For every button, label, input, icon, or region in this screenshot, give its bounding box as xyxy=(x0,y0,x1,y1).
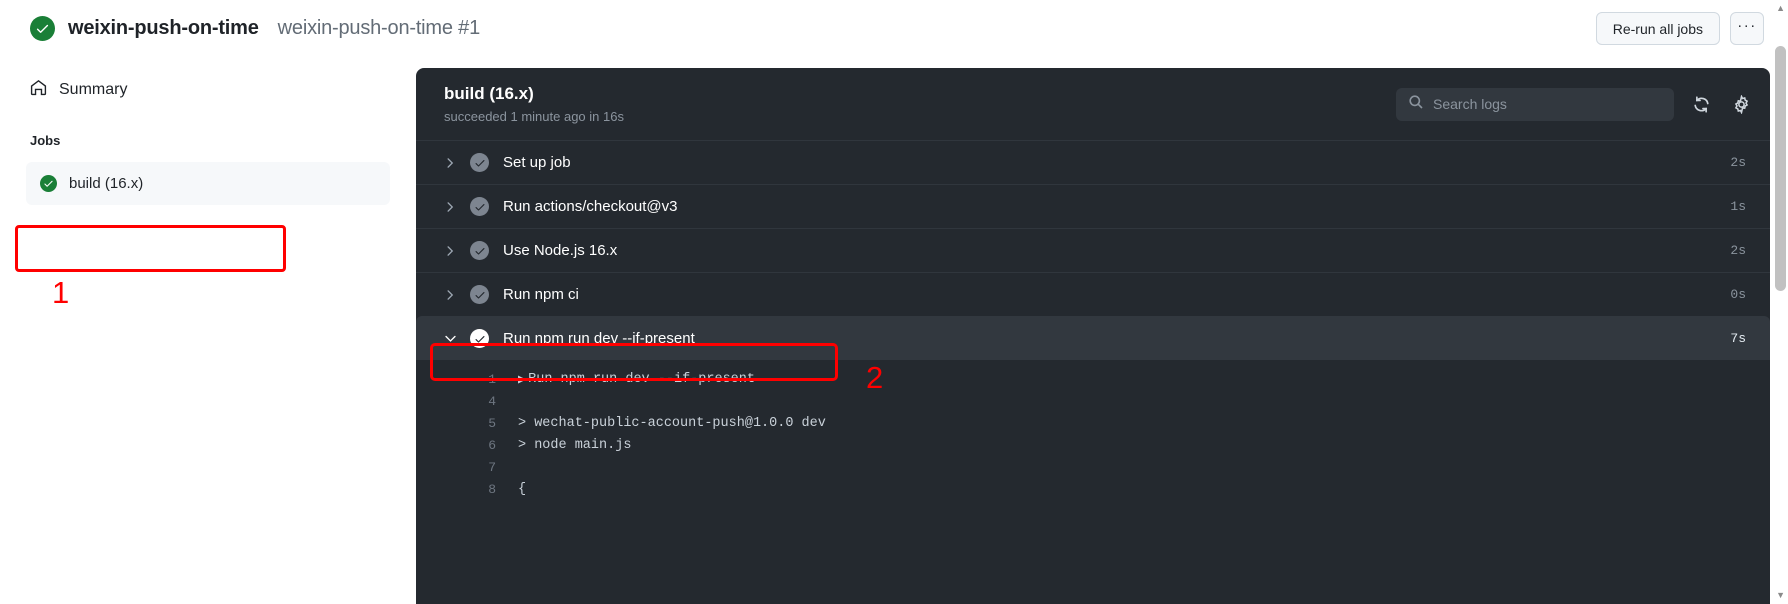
step-row[interactable]: Set up job 2s xyxy=(416,140,1770,184)
log-line: 7 xyxy=(416,456,1770,478)
step-duration: 7s xyxy=(1730,331,1746,346)
check-circle-icon xyxy=(40,175,57,192)
log-job-status: succeeded 1 minute ago in 16s xyxy=(444,109,624,124)
log-line-number: 4 xyxy=(488,393,496,409)
log-line-text: > node main.js xyxy=(518,437,632,453)
scrollbar-thumb[interactable] xyxy=(1775,46,1786,291)
log-line-text: { xyxy=(518,481,527,497)
step-label: Use Node.js 16.x xyxy=(503,242,618,259)
check-circle-icon xyxy=(30,16,55,41)
log-line-number: 1 xyxy=(488,371,496,387)
step-row[interactable]: Run npm ci 0s xyxy=(416,272,1770,316)
log-line-text: Run npm run dev --if-present xyxy=(528,371,755,387)
step-row[interactable]: Use Node.js 16.x 2s xyxy=(416,228,1770,272)
log-line: 1 ▶ Run npm run dev --if-present xyxy=(416,368,1770,390)
steps-list: Set up job 2s Run actions/checkout@v3 1s… xyxy=(416,140,1770,360)
step-label: Set up job xyxy=(503,154,571,171)
log-line-number: 7 xyxy=(488,459,496,475)
log-line: 6 > node main.js xyxy=(416,434,1770,456)
sidebar-item-label: Summary xyxy=(59,81,128,98)
top-bar-actions: Re-run all jobs ··· xyxy=(1595,12,1788,45)
top-bar: weixin-push-on-time weixin-push-on-time … xyxy=(0,0,1788,57)
step-row[interactable]: Run actions/checkout@v3 1s xyxy=(416,184,1770,228)
step-duration: 2s xyxy=(1730,243,1746,258)
log-panel: build (16.x) succeeded 1 minute ago in 1… xyxy=(416,68,1770,604)
log-line: 5 > wechat-public-account-push@1.0.0 dev xyxy=(416,412,1770,434)
re-run-all-jobs-button[interactable]: Re-run all jobs xyxy=(1595,12,1720,45)
more-options-button[interactable]: ··· xyxy=(1730,12,1764,45)
sidebar-jobs-header: Jobs xyxy=(30,133,61,148)
search-logs-input[interactable] xyxy=(1433,96,1643,112)
run-subtitle: weixin-push-on-time #1 xyxy=(277,17,481,39)
scroll-up-arrow-icon[interactable]: ▲ xyxy=(1776,4,1785,13)
log-panel-title-group: build (16.x) succeeded 1 minute ago in 1… xyxy=(444,84,624,124)
log-job-title: build (16.x) xyxy=(444,84,534,103)
log-line-text: > wechat-public-account-push@1.0.0 dev xyxy=(518,415,826,431)
search-logs-box[interactable] xyxy=(1396,87,1674,121)
run-header: weixin-push-on-time weixin-push-on-time … xyxy=(0,16,480,41)
step-label: Run npm run dev --if-present xyxy=(503,330,695,347)
sidebar-job-build[interactable]: build (16.x) xyxy=(26,162,390,205)
check-circle-icon xyxy=(470,329,489,348)
page-scrollbar[interactable]: ▲ ▼ xyxy=(1773,0,1788,604)
search-icon xyxy=(1408,94,1424,115)
log-panel-header: build (16.x) succeeded 1 minute ago in 1… xyxy=(416,68,1770,140)
sidebar-job-label: build (16.x) xyxy=(69,175,144,192)
sidebar: Summary Jobs build (16.x) xyxy=(0,57,416,604)
step-run-npm-run-dev[interactable]: Run npm run dev --if-present 7s xyxy=(416,316,1770,360)
sidebar-item-summary[interactable]: Summary xyxy=(30,75,416,105)
log-line: 8 { xyxy=(416,478,1770,500)
check-circle-icon xyxy=(470,197,489,216)
home-icon xyxy=(30,79,47,101)
log-line-number: 8 xyxy=(488,481,496,497)
log-expand-caret-icon[interactable]: ▶ xyxy=(518,371,526,388)
log-output: 1 ▶ Run npm run dev --if-present 4 5 > w… xyxy=(416,360,1770,500)
scroll-down-arrow-icon[interactable]: ▼ xyxy=(1776,591,1785,600)
chevron-right-icon xyxy=(442,289,458,301)
step-duration: 0s xyxy=(1730,287,1746,302)
step-label: Run npm ci xyxy=(503,286,579,303)
log-panel-actions xyxy=(1396,87,1754,121)
step-label: Run actions/checkout@v3 xyxy=(503,198,678,215)
log-line-number: 6 xyxy=(488,437,496,453)
chevron-right-icon xyxy=(442,245,458,257)
check-circle-icon xyxy=(470,241,489,260)
step-duration: 2s xyxy=(1730,155,1746,170)
page-title: weixin-push-on-time xyxy=(68,17,259,39)
refresh-icon[interactable] xyxy=(1688,91,1714,117)
chevron-down-icon xyxy=(442,332,458,345)
step-duration: 1s xyxy=(1730,199,1746,214)
gear-icon[interactable] xyxy=(1728,91,1754,117)
annotation-number-2: 2 xyxy=(866,360,884,395)
check-circle-icon xyxy=(470,285,489,304)
chevron-right-icon xyxy=(442,157,458,169)
check-circle-icon xyxy=(470,153,489,172)
annotation-number-1: 1 xyxy=(52,275,70,310)
chevron-right-icon xyxy=(442,201,458,213)
log-line: 4 xyxy=(416,390,1770,412)
log-line-number: 5 xyxy=(488,415,496,431)
